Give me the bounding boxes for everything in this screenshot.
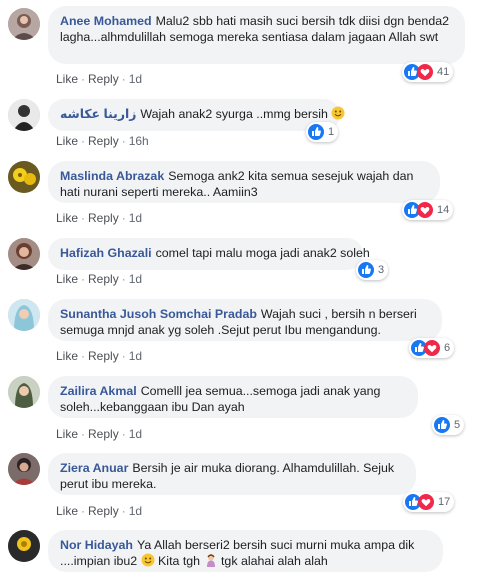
reaction-summary[interactable]: 17 [403, 492, 455, 512]
comment-time[interactable]: 1d [129, 72, 142, 86]
like-icon [358, 262, 374, 278]
avatar[interactable] [8, 99, 40, 131]
avatar[interactable] [8, 376, 40, 408]
comment-time[interactable]: 16h [129, 134, 149, 148]
comment-text: Wajah anak2 syurga ..mmg bersih [140, 107, 328, 121]
comment-actions: Like · Reply · 1d [56, 427, 143, 441]
love-icon [424, 340, 440, 356]
reaction-count: 17 [438, 496, 451, 508]
comment-author[interactable]: Anee Mohamed [60, 14, 152, 28]
comment-bubble: Anee Mohamed Malu2 sbb hati masih suci be… [48, 6, 465, 64]
comment-text-end: tgk alahai alah alah [220, 554, 328, 568]
comment-time[interactable]: 1d [129, 272, 142, 286]
reply-link[interactable]: Reply [88, 272, 119, 286]
avatar[interactable] [8, 453, 40, 485]
love-icon [417, 202, 433, 218]
love-icon [418, 494, 434, 510]
comment-actions: Like · Reply · 1d [56, 349, 143, 363]
avatar[interactable] [8, 238, 40, 270]
comment-author[interactable]: Maslinda Abrazak [60, 169, 164, 183]
reaction-summary[interactable]: 3 [356, 260, 389, 280]
avatar[interactable] [8, 530, 40, 562]
like-link[interactable]: Like [56, 504, 78, 518]
comment-author[interactable]: Sunantha Jusoh Somchai Pradab [60, 307, 257, 321]
reaction-summary[interactable]: 14 [402, 200, 454, 220]
reaction-count: 5 [454, 419, 461, 431]
reaction-summary[interactable]: 41 [402, 62, 454, 82]
comment-text-continued: Kita tgh [158, 554, 201, 568]
comment-actions: Like · Reply · 1d [56, 72, 143, 86]
avatar[interactable] [8, 161, 40, 193]
avatar[interactable] [8, 299, 40, 331]
comment-bubble: Maslinda Abrazak Semoga ank2 kita semua s… [48, 161, 440, 203]
comment-bubble: Hafizah Ghazali comel tapi malu moga jadi… [48, 238, 370, 270]
reaction-count: 41 [437, 66, 450, 78]
comment-bubble: Ziera Anuar Bersih je air muka diorang. A… [48, 453, 416, 495]
like-link[interactable]: Like [56, 427, 78, 441]
like-link[interactable]: Like [56, 211, 78, 225]
comment-author[interactable]: Zailira Akmal [60, 384, 137, 398]
reply-link[interactable]: Reply [88, 427, 119, 441]
like-icon [308, 124, 324, 140]
comment-actions: Like · Reply · 16h [56, 134, 149, 148]
comment-time[interactable]: 1d [129, 427, 142, 441]
avatar[interactable] [8, 8, 40, 40]
comment-time[interactable]: 1d [129, 349, 142, 363]
comment-actions: Like · Reply · 1d [56, 211, 143, 225]
comment-time[interactable]: 1d [129, 504, 142, 518]
love-icon [417, 64, 433, 80]
like-link[interactable]: Like [56, 349, 78, 363]
reaction-count: 1 [328, 126, 335, 138]
reply-link[interactable]: Reply [88, 134, 119, 148]
comment-author[interactable]: Hafizah Ghazali [60, 246, 152, 260]
reply-link[interactable]: Reply [88, 504, 119, 518]
reaction-count: 3 [378, 264, 385, 276]
reaction-count: 14 [437, 204, 450, 216]
like-link[interactable]: Like [56, 72, 78, 86]
smile-emoji [331, 106, 345, 120]
comment-author[interactable]: Nor Hidayah [60, 538, 133, 552]
reaction-summary[interactable]: 6 [409, 338, 455, 358]
reaction-summary[interactable]: 1 [306, 122, 339, 142]
reply-link[interactable]: Reply [88, 349, 119, 363]
comment-bubble: زارينا عكاشه Wajah anak2 syurga ..mmg ber… [48, 99, 345, 131]
reaction-summary[interactable]: 5 [432, 415, 465, 435]
comment-actions: Like · Reply · 1d [56, 504, 143, 518]
reply-link[interactable]: Reply [88, 72, 119, 86]
reply-link[interactable]: Reply [88, 211, 119, 225]
comment-time[interactable]: 1d [129, 211, 142, 225]
woman-emoji [204, 553, 218, 567]
comment-text: comel tapi malu moga jadi anak2 soleh [155, 246, 370, 260]
comment-bubble: Sunantha Jusoh Somchai Pradab Wajah suci … [48, 299, 442, 341]
like-link[interactable]: Like [56, 134, 78, 148]
comment-bubble: Nor Hidayah Ya Allah berseri2 bersih suci… [48, 530, 443, 572]
like-link[interactable]: Like [56, 272, 78, 286]
like-icon [434, 417, 450, 433]
reaction-count: 6 [444, 342, 451, 354]
comment-actions: Like · Reply · 1d [56, 272, 143, 286]
comment-author[interactable]: زارينا عكاشه [60, 107, 136, 121]
smile-emoji [141, 553, 155, 567]
comment-bubble: Zailira Akmal Comelll jea semua...semoga … [48, 376, 418, 418]
comment-author[interactable]: Ziera Anuar [60, 461, 128, 475]
